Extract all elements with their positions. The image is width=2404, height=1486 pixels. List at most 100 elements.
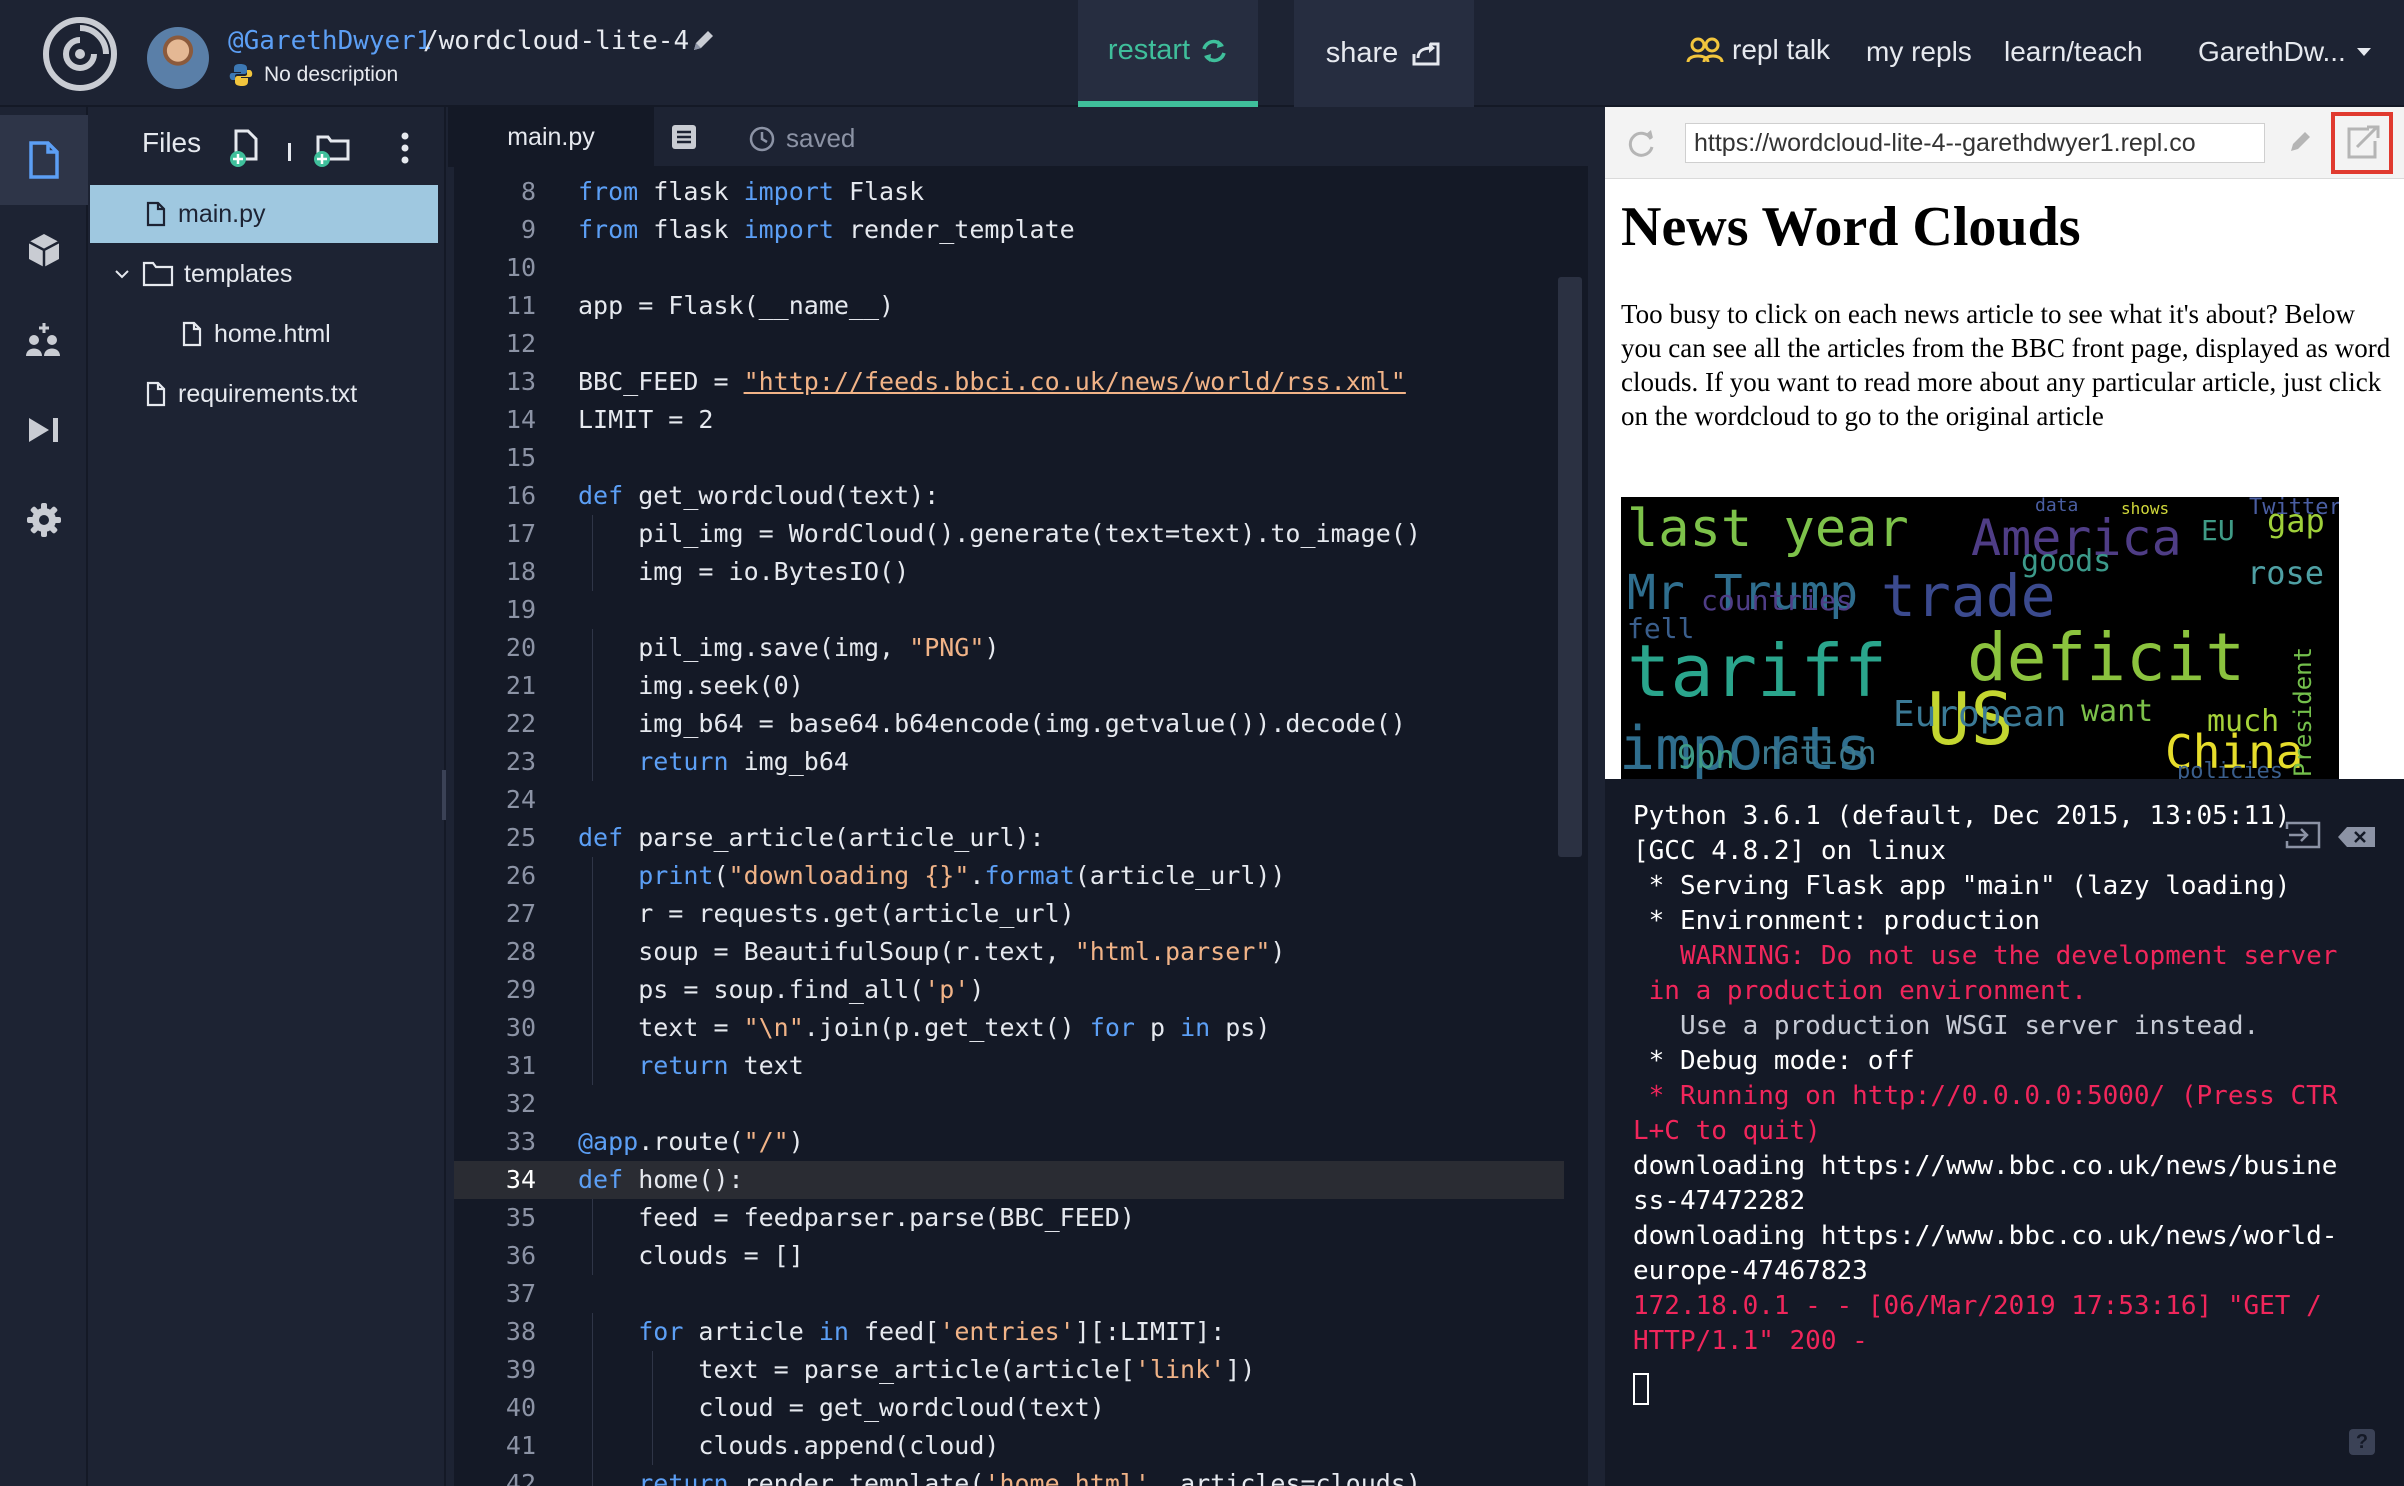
file-item-main-py[interactable]: main.py — [90, 185, 438, 243]
wordcloud-word: European — [1893, 694, 2067, 735]
wordcloud-word: tariff — [1627, 629, 1888, 713]
code-line[interactable]: 17 pil_img = WordCloud().generate(text=t… — [454, 515, 1564, 553]
code-line[interactable]: 36 clouds = [] — [454, 1237, 1564, 1275]
code-line[interactable]: 33 @app.route("/") — [454, 1123, 1564, 1161]
code-line[interactable]: 32 — [454, 1085, 1564, 1123]
code-text: pil_img = WordCloud().generate(text=text… — [578, 519, 1421, 548]
code-line[interactable]: 27 r = requests.get(article_url) — [454, 895, 1564, 933]
sidebar-item-files[interactable] — [0, 115, 88, 205]
code-line[interactable]: 9 from flask import render_template — [454, 211, 1564, 249]
tab-main-py[interactable]: main.py — [448, 107, 654, 167]
refresh-icon[interactable] — [1625, 127, 1657, 159]
file-icon — [146, 381, 166, 407]
editor-scrollbar[interactable] — [1558, 277, 1582, 857]
code-line[interactable]: 38 for article in feed['entries'][:LIMIT… — [454, 1313, 1564, 1351]
code-line[interactable]: 41 clouds.append(cloud) — [454, 1427, 1564, 1465]
folder-item-templates[interactable]: templates — [90, 245, 438, 303]
line-number: 28 — [505, 937, 536, 966]
list-icon — [672, 125, 696, 149]
line-number: 37 — [505, 1279, 536, 1308]
line-number: 27 — [505, 899, 536, 928]
code-text: feed = feedparser.parse(BBC_FEED) — [578, 1203, 1135, 1232]
code-line[interactable]: 29 ps = soup.find_all('p') — [454, 971, 1564, 1009]
wordcloud-image[interactable]: trade tariff deficit Mr Trump last year Ameri… — [1621, 497, 2339, 779]
code-text: def home(): — [578, 1165, 744, 1194]
outline-button[interactable] — [654, 107, 714, 167]
code-line[interactable]: 14 LIMIT = 2 — [454, 401, 1564, 439]
code-line[interactable]: 31 return text — [454, 1047, 1564, 1085]
code-line[interactable]: 15 — [454, 439, 1564, 477]
files-panel: Files main.py templates home.html requir… — [88, 107, 446, 1486]
nav-repl-talk[interactable]: repl talk — [1686, 34, 1830, 66]
new-folder-icon[interactable] — [312, 129, 352, 169]
sidebar-item-packages[interactable] — [0, 205, 88, 295]
code-line[interactable]: 39 text = parse_article(article['link']) — [454, 1351, 1564, 1389]
code-line[interactable]: 18 img = io.BytesIO() — [454, 553, 1564, 591]
line-number: 11 — [505, 291, 536, 320]
run-in-console-icon[interactable] — [2285, 819, 2321, 851]
repl-name[interactable]: /wordcloud-lite-4 — [423, 26, 689, 56]
code-line[interactable]: 21 img.seek(0) — [454, 667, 1564, 705]
code-line[interactable]: 13 BBC_FEED = "http://feeds.bbci.co.uk/ne… — [454, 363, 1564, 401]
code-line[interactable]: 19 — [454, 591, 1564, 629]
pane-resize-handle[interactable] — [1605, 779, 2404, 787]
console-output[interactable]: Python 3.6.1 (default, Dec 2015, 13:05:1… — [1605, 787, 2404, 1486]
restart-button[interactable]: restart — [1078, 0, 1258, 107]
code-line[interactable]: 28 soup = BeautifulSoup(r.text, "html.pa… — [454, 933, 1564, 971]
files-title: Files — [142, 127, 202, 158]
share-icon — [1412, 42, 1440, 65]
code-line[interactable]: 8 from flask import Flask — [454, 173, 1564, 211]
replit-logo-icon[interactable] — [42, 16, 118, 92]
new-file-icon[interactable] — [228, 129, 262, 169]
code-line[interactable]: 40 cloud = get_wordcloud(text) — [454, 1389, 1564, 1427]
sidebar-item-debugger[interactable] — [0, 385, 88, 475]
code-line[interactable]: 24 — [454, 781, 1564, 819]
code-editor[interactable]: 8 from flask import Flask 9 from flask impo… — [448, 167, 1588, 1486]
pencil-icon[interactable] — [690, 28, 716, 54]
sidebar-rail — [0, 107, 88, 1486]
open-in-new-tab-button[interactable] — [2331, 112, 2393, 174]
code-line[interactable]: 26 print("downloading {}".format(article… — [454, 857, 1564, 895]
repl-description[interactable]: No description — [264, 63, 398, 87]
sidebar-item-settings[interactable] — [0, 475, 88, 565]
code-line[interactable]: 23 return img_b64 — [454, 743, 1564, 781]
code-line[interactable]: 30 text = "\n".join(p.get_text() for p i… — [454, 1009, 1564, 1047]
preview-url-input[interactable] — [1685, 123, 2265, 163]
files-resize-handle[interactable] — [442, 770, 446, 820]
line-number: 38 — [505, 1317, 536, 1346]
nav-my-repls[interactable]: my repls — [1866, 36, 1972, 68]
code-text: from flask import render_template — [578, 215, 1075, 244]
repl-owner-link[interactable]: @GarethDwyer1 — [228, 26, 432, 56]
wordcloud-word: shows — [2121, 499, 2170, 518]
help-button[interactable]: ? — [2349, 1429, 2375, 1455]
code-line[interactable]: 42 return render_template('home.html', a… — [454, 1465, 1564, 1486]
code-line[interactable]: 20 pil_img.save(img, "PNG") — [454, 629, 1564, 667]
code-line[interactable]: 22 img_b64 = base64.b64encode(img.getval… — [454, 705, 1564, 743]
share-button[interactable]: share — [1294, 0, 1474, 107]
console-line: downloading https://www.bbc.co.uk/news/w… — [1633, 1221, 2338, 1251]
line-number: 22 — [505, 709, 536, 738]
code-line[interactable]: 16 def get_wordcloud(text): — [454, 477, 1564, 515]
refresh-icon — [1202, 39, 1226, 62]
code-line[interactable]: 12 — [454, 325, 1564, 363]
nav-learn-teach[interactable]: learn/teach — [2004, 36, 2143, 68]
more-options-icon[interactable] — [400, 131, 410, 165]
code-line[interactable]: 35 feed = feedparser.parse(BBC_FEED) — [454, 1199, 1564, 1237]
file-item-home-html[interactable]: home.html — [90, 305, 438, 363]
file-item-requirements-txt[interactable]: requirements.txt — [90, 365, 438, 423]
code-line[interactable]: 37 — [454, 1275, 1564, 1313]
sidebar-item-multiplayer[interactable] — [0, 295, 88, 385]
line-number: 26 — [505, 861, 536, 890]
code-line[interactable]: 11 app = Flask(__name__) — [454, 287, 1564, 325]
code-line[interactable]: 34 def home(): — [454, 1161, 1564, 1199]
code-text: pil_img.save(img, "PNG") — [578, 633, 1000, 662]
code-line[interactable]: 10 — [454, 249, 1564, 287]
code-text: ps = soup.find_all('p') — [578, 975, 985, 1004]
user-avatar[interactable] — [147, 27, 209, 89]
user-menu[interactable]: GarethDw... — [2198, 36, 2372, 68]
code-line[interactable]: 25 def parse_article(article_url): — [454, 819, 1564, 857]
pencil-icon[interactable] — [2287, 129, 2313, 155]
console-line: HTTP/1.1" 200 - — [1633, 1326, 1868, 1356]
clear-console-icon[interactable] — [2337, 825, 2377, 849]
file-item-label: home.html — [214, 319, 331, 348]
